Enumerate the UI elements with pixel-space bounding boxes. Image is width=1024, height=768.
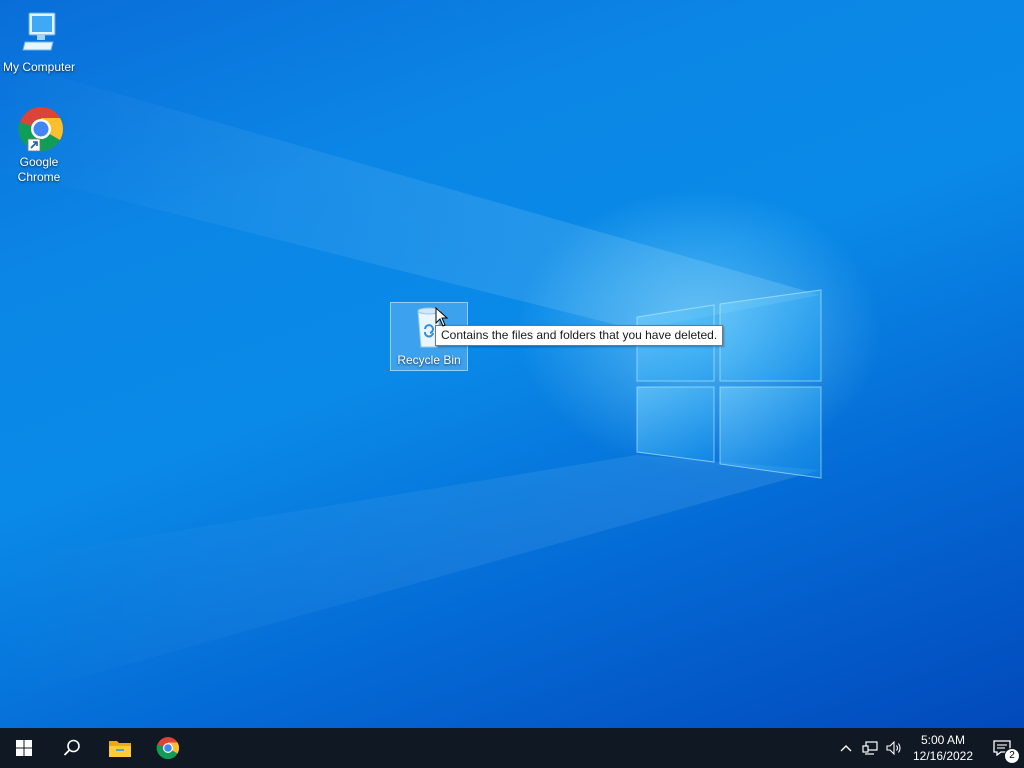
clock-time: 5:00 AM — [920, 733, 966, 747]
taskbar: 5:00 AM 12/16/2022 2 — [0, 728, 1024, 768]
network-button[interactable] — [858, 728, 882, 768]
show-hidden-icons-button[interactable] — [834, 728, 858, 768]
my-computer-icon — [15, 10, 63, 58]
tooltip: Contains the files and folders that you … — [435, 325, 724, 346]
network-icon — [862, 741, 878, 755]
folder-icon — [109, 741, 131, 757]
start-button[interactable] — [0, 728, 48, 768]
desktop-icon-my-computer[interactable]: My Computer — [1, 10, 77, 75]
windows-logo-icon — [16, 740, 32, 756]
chrome-icon — [156, 737, 179, 760]
desktop-icon-label: Google Chrome — [17, 155, 61, 184]
desktop-icon-google-chrome[interactable]: Google Chrome — [1, 105, 77, 185]
chrome-shortcut-icon — [15, 105, 63, 153]
system-tray: 5:00 AM 12/16/2022 2 — [834, 728, 1024, 768]
volume-button[interactable] — [882, 728, 906, 768]
action-center-button[interactable]: 2 — [980, 728, 1024, 768]
search-icon — [63, 739, 80, 756]
clock-date: 12/16/2022 — [912, 749, 974, 763]
windows-logo-graphic — [636, 289, 822, 479]
speaker-icon — [886, 741, 901, 755]
wallpaper — [0, 60, 822, 700]
notification-count-badge: 2 — [1004, 748, 1020, 764]
chrome-taskbar-button[interactable] — [144, 728, 192, 768]
mouse-cursor-icon — [435, 307, 449, 327]
search-button[interactable] — [48, 728, 96, 768]
clock[interactable]: 5:00 AM 12/16/2022 — [906, 732, 980, 764]
file-explorer-button[interactable] — [96, 728, 144, 768]
desktop-icon-label: Recycle Bin — [397, 353, 461, 367]
chevron-up-icon — [840, 745, 852, 752]
desktop-icon-label: My Computer — [2, 60, 76, 74]
